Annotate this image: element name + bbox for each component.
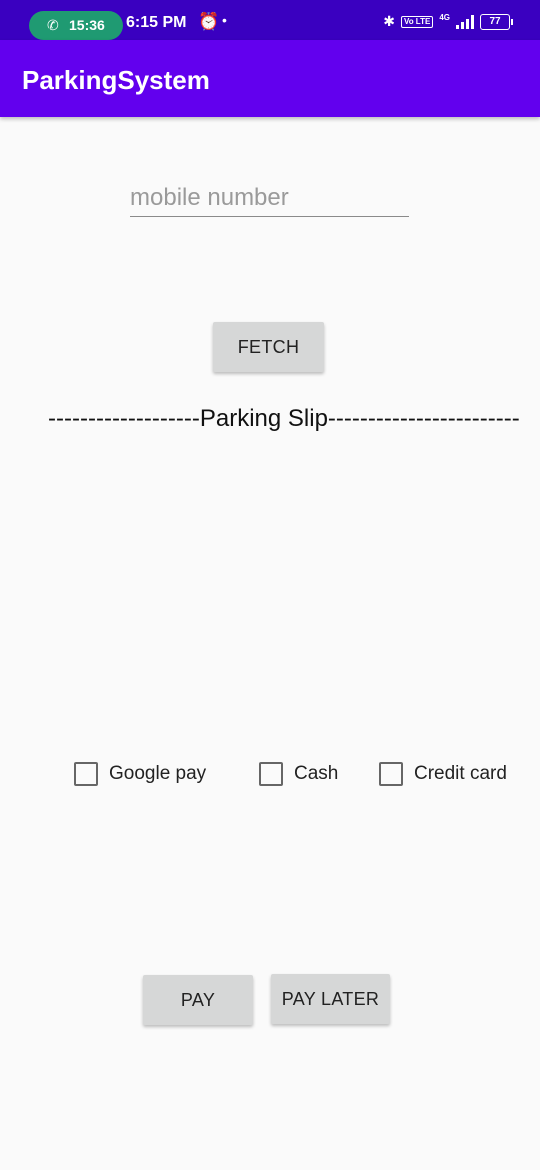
pay-button[interactable]: PAY	[143, 975, 253, 1025]
network-type-label: 4G	[439, 13, 450, 22]
cash-label: Cash	[294, 763, 339, 784]
google-pay-checkbox[interactable]	[74, 762, 98, 786]
status-icons: ✱ Vo LTE 4G 77	[383, 13, 513, 30]
parking-slip-heading: -------------------Parking Slip---------…	[48, 405, 520, 432]
volte-icon: Vo LTE	[400, 15, 434, 28]
cash-checkbox[interactable]	[259, 762, 283, 786]
ongoing-call-pill[interactable]: ✆ 15:36	[29, 11, 123, 40]
phone-icon: ✆	[47, 17, 59, 33]
mobile-number-input[interactable]	[130, 180, 409, 217]
fetch-button[interactable]: FETCH	[213, 322, 324, 372]
credit-card-label: Credit card	[414, 763, 507, 784]
battery-icon: 77	[480, 13, 513, 30]
bluetooth-icon: ✱	[383, 13, 395, 29]
credit-card-checkbox[interactable]	[379, 762, 403, 786]
google-pay-option[interactable]: Google pay	[74, 762, 206, 786]
google-pay-label: Google pay	[109, 763, 207, 784]
cash-option[interactable]: Cash	[259, 762, 338, 786]
app-bar: ParkingSystem	[0, 40, 540, 117]
notification-dot-icon: •	[222, 12, 227, 28]
call-duration: 15:36	[69, 17, 105, 33]
alarm-icon: ⏰	[198, 12, 220, 31]
signal-icon	[456, 14, 474, 29]
app-title: ParkingSystem	[22, 65, 210, 95]
status-bar: ✆ 15:36 6:15 PM ⏰ • ✱ Vo LTE 4G 77	[0, 0, 540, 40]
status-clock: 6:15 PM	[126, 14, 187, 31]
credit-card-option[interactable]: Credit card	[379, 762, 507, 786]
pay-later-button[interactable]: PAY LATER	[271, 974, 390, 1024]
